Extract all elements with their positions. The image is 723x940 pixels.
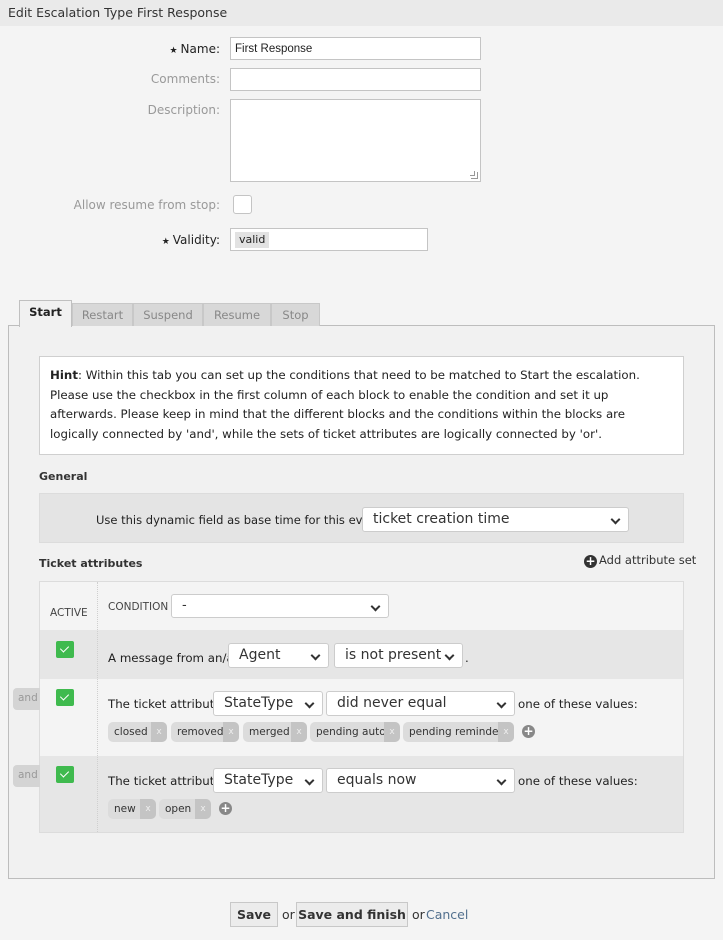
- value-tag: closed x: [108, 722, 167, 742]
- allow-resume-label: Allow resume from stop:: [73, 198, 220, 212]
- tab-suspend[interactable]: Suspend: [133, 303, 203, 326]
- attribute-select[interactable]: StateType: [213, 768, 323, 793]
- operator-select[interactable]: equals now: [326, 768, 515, 793]
- remove-icon[interactable]: x: [291, 722, 307, 742]
- chevron-down-icon: [444, 650, 455, 661]
- remove-icon[interactable]: x: [195, 799, 211, 819]
- validity-chip[interactable]: valid: [235, 232, 270, 248]
- chevron-down-icon: [496, 698, 507, 709]
- col-condition-header: CONDITION: [108, 601, 169, 613]
- tab-stop[interactable]: Stop: [271, 303, 320, 326]
- chevron-down-icon: [610, 514, 621, 525]
- or-text: or: [282, 907, 295, 922]
- value-tag: pending auto x: [310, 722, 400, 742]
- comments-label: Comments:: [150, 72, 220, 86]
- description-textarea[interactable]: [230, 99, 481, 182]
- presence-select[interactable]: is not present: [334, 643, 463, 668]
- attribute-select[interactable]: StateType: [213, 691, 323, 716]
- validity-label: ★ Validity:: [161, 233, 220, 247]
- chevron-down-icon: [304, 775, 315, 786]
- sender-type-select[interactable]: Agent: [228, 643, 329, 668]
- value-tag: merged x: [243, 722, 307, 742]
- and-connector: and: [13, 688, 40, 710]
- remove-icon[interactable]: x: [384, 722, 400, 742]
- col-active-header: ACTIVE: [50, 607, 88, 619]
- row-prefix-text: The ticket attribute: [108, 697, 222, 711]
- or-text: or: [412, 907, 425, 922]
- save-and-finish-button[interactable]: Save and finish: [296, 902, 408, 927]
- name-input[interactable]: [230, 37, 481, 60]
- value-tag: new x: [108, 799, 156, 819]
- remove-icon[interactable]: x: [223, 722, 239, 742]
- active-checkbox[interactable]: [56, 641, 74, 658]
- ticket-attributes-heading: Ticket attributes: [39, 557, 143, 570]
- value-tag: removed x: [171, 722, 239, 742]
- row-suffix-text: one of these values:: [518, 774, 638, 788]
- remove-icon[interactable]: x: [498, 722, 514, 742]
- name-label: ★ Name:: [169, 42, 220, 56]
- base-time-label: Use this dynamic field as base time for …: [96, 513, 386, 527]
- condition-select[interactable]: -: [171, 594, 389, 618]
- chevron-down-icon: [370, 601, 381, 612]
- plus-circle-icon: +: [584, 554, 597, 568]
- required-star-icon: ★: [169, 46, 178, 56]
- general-heading: General: [39, 470, 88, 483]
- tab-resume[interactable]: Resume: [203, 303, 271, 326]
- required-star-icon: ★: [161, 237, 170, 247]
- condition-row: A message from an/a Agent is not present…: [40, 630, 683, 679]
- chevron-down-icon: [310, 650, 321, 661]
- active-checkbox[interactable]: [56, 766, 74, 783]
- remove-icon[interactable]: x: [140, 799, 156, 819]
- base-time-select[interactable]: ticket creation time: [362, 507, 629, 532]
- chevron-down-icon: [304, 698, 315, 709]
- row-prefix-text: The ticket attribute: [108, 774, 222, 788]
- cancel-link[interactable]: Cancel: [426, 907, 468, 922]
- row-suffix-text: .: [465, 651, 469, 665]
- save-button[interactable]: Save: [230, 902, 278, 927]
- chevron-down-icon: [496, 775, 507, 786]
- comments-input[interactable]: [230, 68, 481, 91]
- column-divider: [97, 582, 98, 832]
- operator-select[interactable]: did never equal: [326, 691, 515, 716]
- general-section: Use this dynamic field as base time for …: [39, 493, 684, 543]
- condition-row: The ticket attribute StateType equals no…: [40, 756, 683, 832]
- description-label: Description:: [147, 103, 220, 117]
- active-checkbox[interactable]: [56, 689, 74, 706]
- value-tag: pending reminder x: [403, 722, 514, 742]
- resize-grip-icon[interactable]: [470, 171, 478, 179]
- add-value-icon[interactable]: +: [522, 725, 535, 738]
- row-suffix-text: one of these values:: [518, 697, 638, 711]
- condition-row: The ticket attribute StateType did never…: [40, 679, 683, 756]
- allow-resume-checkbox[interactable]: [233, 195, 252, 214]
- page-header: Edit Escalation Type First Response: [0, 0, 723, 26]
- value-tag: open x: [159, 799, 211, 819]
- row-prefix-text: A message from an/a: [108, 651, 234, 665]
- add-value-icon[interactable]: +: [219, 802, 232, 815]
- attributes-table: ACTIVE CONDITION - A message from an/a A…: [39, 581, 684, 833]
- add-attribute-set-button[interactable]: + Add attribute set: [584, 553, 696, 568]
- tab-restart[interactable]: Restart: [72, 303, 133, 326]
- hint-box: Hint: Within this tab you can set up the…: [39, 356, 684, 455]
- validity-field[interactable]: valid: [230, 228, 428, 251]
- remove-icon[interactable]: x: [151, 722, 167, 742]
- tab-start[interactable]: Start: [19, 300, 72, 327]
- and-connector: and: [13, 765, 40, 787]
